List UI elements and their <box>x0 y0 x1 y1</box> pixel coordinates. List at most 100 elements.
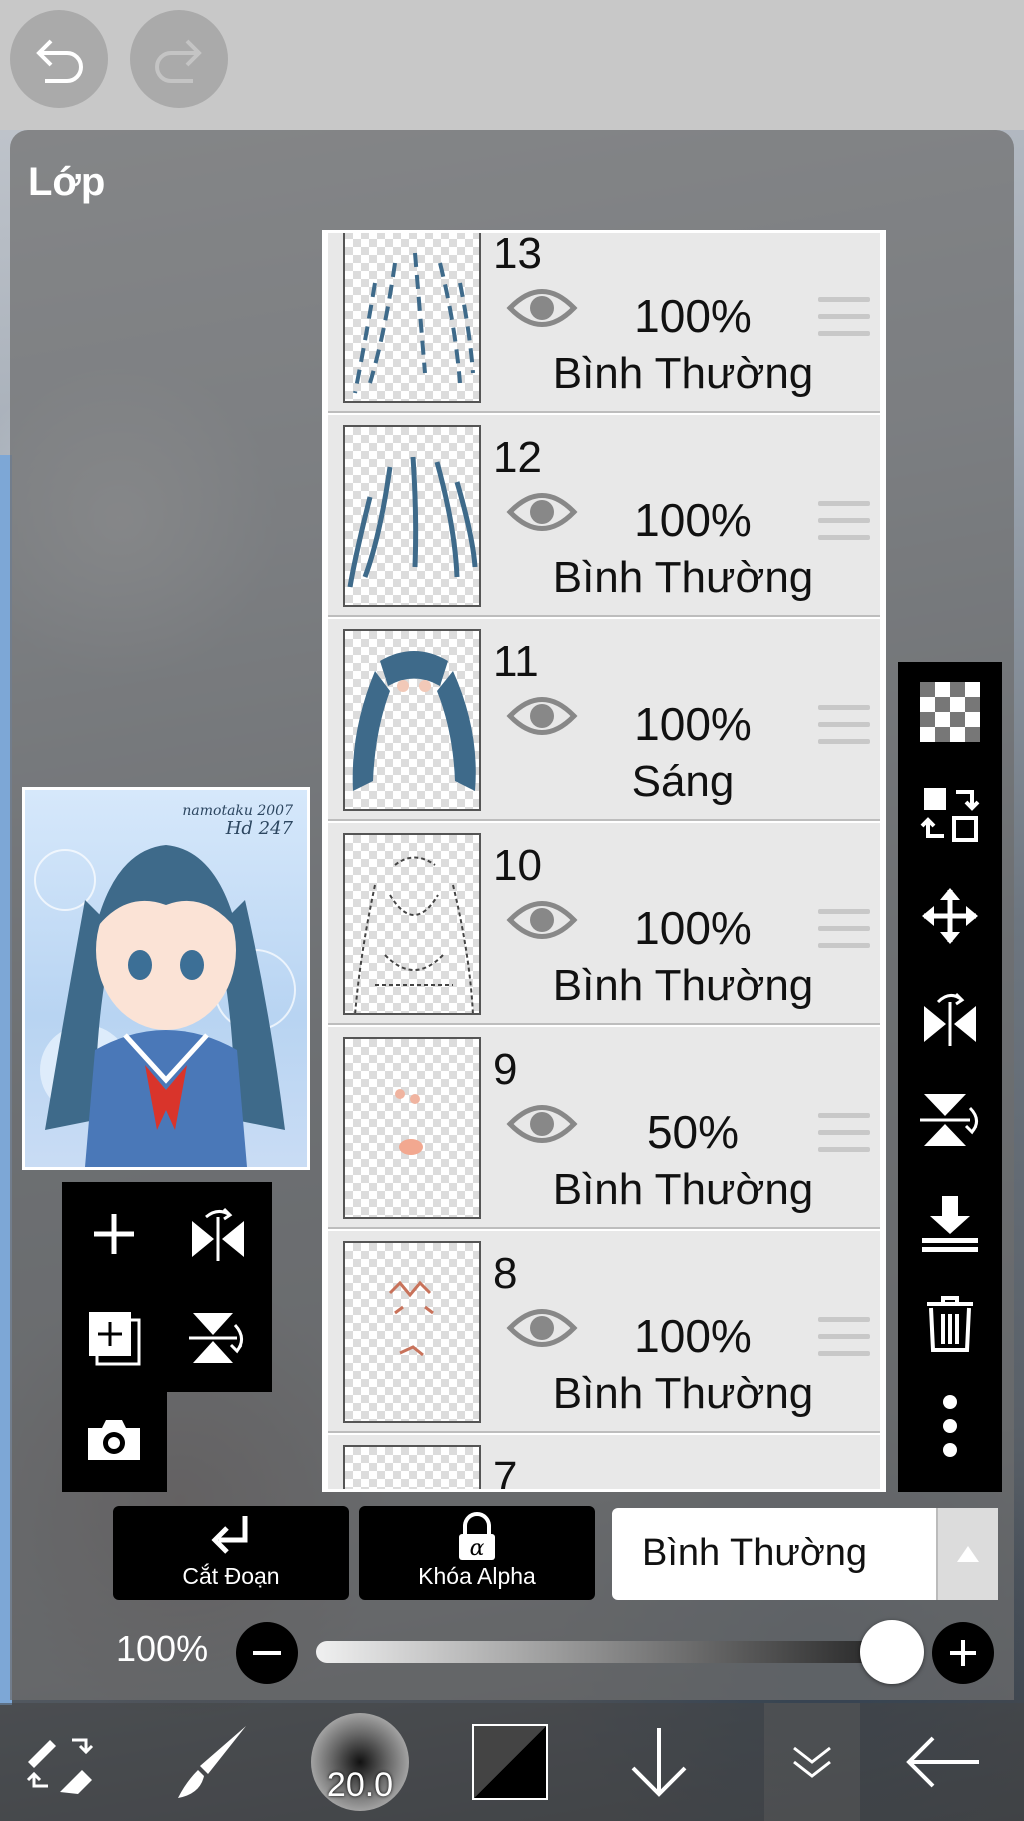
brush-icon <box>178 1726 246 1798</box>
eye-icon[interactable] <box>506 1303 578 1353</box>
layer-number: 12 <box>493 433 542 482</box>
brush-size-indicator: 20.0 <box>311 1713 409 1811</box>
camera-icon <box>88 1420 140 1460</box>
layer-blend-mode: Bình Thường <box>552 961 814 1010</box>
layer-thumbnail <box>343 233 481 403</box>
opacity-increase-button[interactable] <box>932 1622 994 1684</box>
layer-thumbnail <box>343 629 481 811</box>
layer-thumbnail <box>343 833 481 1015</box>
more-options-button[interactable] <box>898 1378 1002 1474</box>
preview-artwork <box>34 845 296 1167</box>
drag-handle-icon[interactable] <box>818 909 870 960</box>
brush-eraser-swap-icon <box>26 1738 94 1794</box>
drag-handle-icon[interactable] <box>818 1113 870 1164</box>
layer-tools-toolbar <box>898 662 1002 1492</box>
arrow-down-icon <box>631 1728 687 1797</box>
layer-number: 10 <box>493 841 542 890</box>
brush-tool-button[interactable] <box>165 1703 255 1821</box>
lock-icon: α <box>459 1512 495 1561</box>
plus-icon <box>950 1640 976 1666</box>
panel-title: Lớp <box>28 160 106 204</box>
alpha-lock-label: Khóa Alpha <box>418 1563 536 1589</box>
move-icon <box>922 888 978 944</box>
layer-opacity: 100% <box>634 290 752 342</box>
layer-row-9[interactable]: 9 50% Bình Thường <box>328 1027 880 1229</box>
layer-row-8[interactable]: 8 100% Bình Thường <box>328 1231 880 1433</box>
layer-number: 13 <box>493 230 542 278</box>
brush-size-value: 20.0 <box>326 1766 394 1804</box>
minus-icon <box>253 1651 281 1655</box>
flip-horizontal-button[interactable] <box>898 970 1002 1066</box>
layer-list[interactable]: 13 100% Bình Thường 12 100% Bình Thường <box>322 230 886 1492</box>
chevron-up-icon[interactable] <box>936 1508 998 1600</box>
clipping-label: Cắt Đoạn <box>182 1563 280 1589</box>
flip-vertical-button[interactable] <box>898 1072 1002 1168</box>
convert-layer-button[interactable] <box>898 766 1002 862</box>
layer-panel-toggle-button[interactable] <box>764 1703 860 1821</box>
flip-horizontal-icon <box>192 1207 244 1261</box>
opacity-decrease-button[interactable] <box>236 1622 298 1684</box>
layer-opacity: 50% <box>646 1106 740 1158</box>
merge-down-button[interactable] <box>898 1174 1002 1270</box>
eye-icon[interactable] <box>506 283 578 333</box>
tool-switch-button[interactable] <box>10 1703 110 1821</box>
layer-add-tools <box>62 1182 272 1392</box>
layer-blend-mode: Bình Thường <box>552 1165 814 1214</box>
arrow-left-icon <box>906 1736 979 1788</box>
eye-icon[interactable] <box>506 487 578 537</box>
layer-number: 9 <box>493 1045 518 1094</box>
layer-number: 8 <box>493 1249 518 1298</box>
trash-icon <box>927 1296 973 1352</box>
redo-icon <box>155 39 202 83</box>
add-layer-button[interactable] <box>62 1182 166 1286</box>
drag-handle-icon[interactable] <box>818 297 870 348</box>
import-photo-button[interactable] <box>62 1388 166 1492</box>
transparent-fill-button[interactable] <box>898 664 1002 760</box>
opacity-slider[interactable] <box>316 1641 900 1663</box>
layer-thumbnail <box>343 425 481 607</box>
flip-horizontal-icon <box>924 992 976 1046</box>
layer-row-13[interactable]: 13 100% Bình Thường <box>328 230 880 413</box>
undo-button[interactable] <box>10 10 108 108</box>
drag-handle-icon[interactable] <box>818 501 870 552</box>
preview-signature: namotaku 2007 Hd 247 <box>182 803 293 839</box>
color-picker-button[interactable] <box>468 1703 552 1821</box>
layer-opacity: 100% <box>634 902 752 954</box>
layer-blend-mode: Bình Thường <box>552 349 814 398</box>
eye-icon[interactable] <box>506 895 578 945</box>
drag-handle-icon[interactable] <box>818 1317 870 1368</box>
layer-row-7[interactable]: 7 <box>328 1435 880 1489</box>
back-button[interactable] <box>862 1703 1024 1821</box>
clipping-button[interactable]: Cắt Đoạn <box>113 1506 349 1600</box>
plus-icon <box>94 1214 134 1254</box>
delete-layer-button[interactable] <box>898 1276 1002 1372</box>
layer-opacity: 100% <box>634 494 752 546</box>
drag-handle-icon[interactable] <box>818 705 870 756</box>
layer-down-button[interactable] <box>614 1703 704 1821</box>
flip-canvas-horizontal-button[interactable] <box>166 1182 270 1286</box>
opacity-slider-handle[interactable] <box>860 1620 924 1684</box>
blend-mode-select[interactable]: Bình Thường <box>612 1508 998 1600</box>
eye-icon[interactable] <box>506 1099 578 1149</box>
eye-icon[interactable] <box>506 691 578 741</box>
duplicate-layer-button[interactable] <box>62 1286 166 1390</box>
layer-opacity: 100% <box>634 1310 752 1362</box>
layer-row-11[interactable]: 11 100% Sáng <box>328 619 880 821</box>
layer-row-12[interactable]: 12 100% Bình Thường <box>328 415 880 617</box>
opacity-label: 100% <box>116 1628 209 1669</box>
redo-button[interactable] <box>130 10 228 108</box>
swap-layers-icon <box>920 788 980 842</box>
flip-canvas-vertical-button[interactable] <box>166 1286 270 1390</box>
move-button[interactable] <box>898 868 1002 964</box>
double-chevron-down-icon <box>793 1746 831 1778</box>
alpha-lock-button[interactable]: α Khóa Alpha <box>359 1506 595 1600</box>
canvas-preview[interactable]: namotaku 2007 Hd 247 <box>22 787 310 1170</box>
checkerboard-icon <box>920 682 980 742</box>
layer-number: 11 <box>493 637 539 686</box>
merge-down-icon <box>922 1196 978 1252</box>
layer-blend-mode: Sáng <box>631 757 735 806</box>
brush-size-button[interactable]: 20.0 <box>308 1703 412 1821</box>
layer-row-10[interactable]: 10 100% Bình Thường <box>328 823 880 1025</box>
layer-blend-mode: Bình Thường <box>552 1369 814 1418</box>
layer-thumbnail <box>343 1037 481 1219</box>
